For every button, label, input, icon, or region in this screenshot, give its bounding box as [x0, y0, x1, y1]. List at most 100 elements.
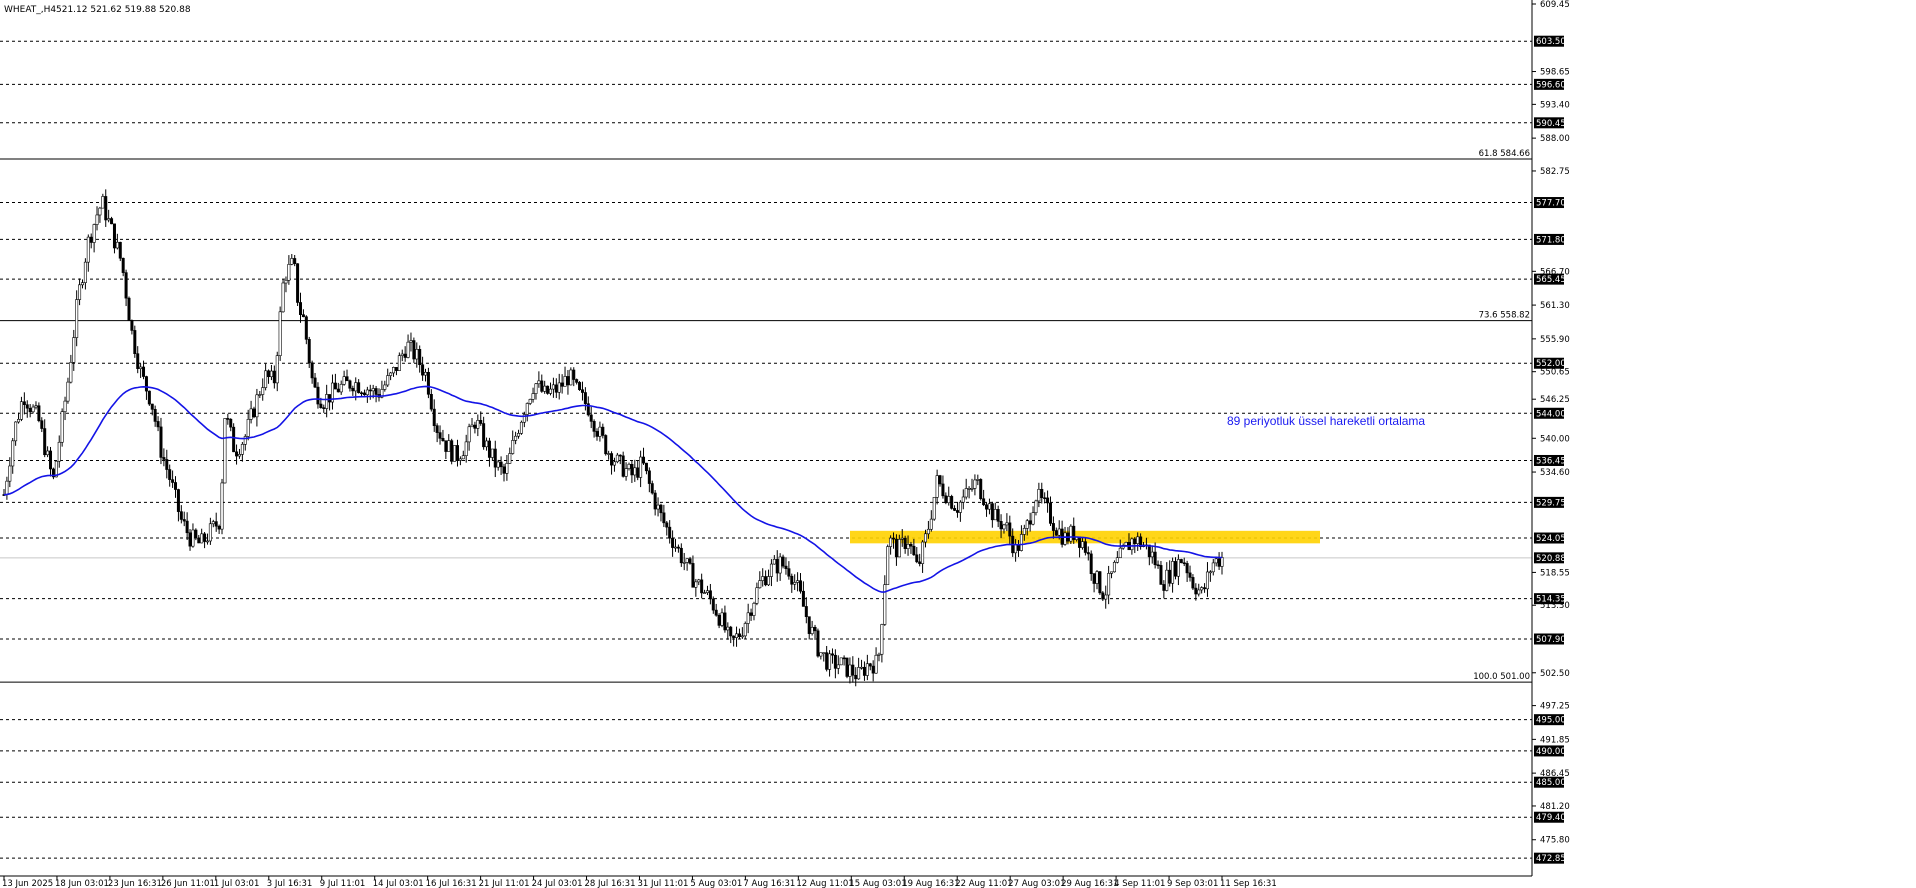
level-price-tag: 472.85: [1534, 852, 1566, 864]
time-tick-label: 22 Aug 11:01: [955, 879, 1012, 888]
candle: [519, 420, 523, 435]
price-tick-label: 561.30: [1540, 301, 1570, 311]
level-price-tag-label: 590.45: [1536, 119, 1566, 129]
level-price-tag-label: 490.00: [1536, 747, 1566, 757]
time-tick-label: 15 Aug 03:01: [849, 879, 906, 888]
level-price-tag-label: 495.00: [1536, 716, 1566, 726]
time-tick-label: 31 Jul 11:01: [637, 879, 688, 888]
level-price-tag: 524.05: [1534, 532, 1566, 544]
price-chart[interactable]: 61.8 584.66 73.6 558.82 100.0 501.00 89 pe…: [0, 0, 1916, 888]
symbol-label: WHEAT_,H4: [4, 5, 56, 15]
candle: [1124, 541, 1128, 546]
candle: [450, 438, 454, 465]
time-tick-label: 1 Jul 03:01: [214, 879, 260, 888]
level-price-tag-label: 507.90: [1536, 635, 1566, 645]
candle: [133, 325, 137, 358]
level-price-tag-label: 514.35: [1536, 595, 1566, 605]
candle: [1179, 558, 1183, 564]
candle: [281, 279, 285, 313]
candle: [604, 434, 608, 456]
time-tick-label: 9 Jul 11:01: [320, 879, 366, 888]
level-price-tag-label: 536.45: [1536, 456, 1566, 466]
level-price-tag: 514.35: [1534, 593, 1566, 605]
level-price-tag-label: 485.00: [1536, 778, 1566, 788]
candle: [278, 306, 282, 361]
candle: [845, 657, 849, 679]
time-tick-label: 5 Aug 03:01: [690, 879, 742, 888]
level-price-tag-label: 529.75: [1536, 498, 1566, 508]
price-tick-label: 481.20: [1540, 802, 1570, 812]
price-tick-label: 540.00: [1540, 434, 1570, 444]
level-price-tag-label: 524.05: [1536, 534, 1566, 544]
candle: [569, 367, 573, 386]
time-tick-label: 18 Jun 03:01: [55, 879, 109, 888]
time-tick-label: 7 Aug 16:31: [743, 879, 795, 888]
candle: [1098, 571, 1102, 595]
ema-annotation: 89 periyotluk üssel hareketli ortalama: [1227, 414, 1425, 428]
time-tick-label: 29 Aug 16:31: [1061, 879, 1118, 888]
level-price-tag: 603.50: [1534, 35, 1566, 47]
price-tick-label: 588.00: [1540, 134, 1570, 144]
level-price-tag: 536.45: [1534, 454, 1566, 466]
level-price-tag: 479.40: [1534, 811, 1566, 823]
time-tick-label: 9 Sep 03:01: [1167, 879, 1218, 888]
level-price-tag-label: 552.00: [1536, 359, 1566, 369]
candle: [453, 445, 457, 462]
level-price-tag-label: 472.85: [1536, 854, 1566, 864]
candle: [932, 497, 936, 521]
time-tick-label: 13 Jun 2025: [2, 879, 53, 888]
time-tick-label: 4 Sep 11:01: [1114, 879, 1165, 888]
level-price-tag: 495.00: [1534, 714, 1566, 726]
price-tick-label: 502.50: [1540, 669, 1570, 679]
price-tick-label: 609.45: [1540, 0, 1570, 10]
time-tick-label: 11 Sep 16:31: [1220, 879, 1277, 888]
price-tick-label: 555.90: [1540, 335, 1570, 345]
price-tick-label: 475.80: [1540, 836, 1570, 846]
level-price-tag: 490.00: [1534, 745, 1566, 757]
price-tick-label: 491.85: [1540, 735, 1570, 745]
fib-label: 73.6 558.82: [1479, 311, 1530, 321]
candle: [578, 381, 582, 391]
time-tick-label: 27 Aug 03:01: [1008, 879, 1065, 888]
level-price-tag: 544.00: [1534, 407, 1566, 419]
candle: [223, 418, 227, 484]
candle: [147, 390, 151, 406]
current-price-tag-label: 520.88: [1536, 554, 1566, 564]
level-price-tag-label: 577.70: [1536, 199, 1566, 209]
fib-label: 100.0 501.00: [1473, 672, 1530, 682]
candle: [1112, 560, 1116, 573]
candle: [546, 385, 550, 395]
price-tick-label: 582.75: [1540, 167, 1570, 177]
level-price-tag: 485.00: [1534, 776, 1566, 788]
price-tick-label: 534.60: [1540, 468, 1570, 478]
level-price-tag-label: 603.50: [1536, 37, 1566, 47]
price-tick-label: 546.25: [1540, 395, 1570, 405]
time-tick-label: 3 Jul 16:31: [267, 879, 313, 888]
candle: [194, 528, 198, 541]
candle: [296, 263, 300, 307]
candle: [1069, 524, 1073, 544]
price-tick-label: 598.65: [1540, 68, 1570, 78]
time-tick-label: 12 Aug 11:01: [796, 879, 853, 888]
time-tick-label: 19 Aug 16:31: [902, 879, 959, 888]
price-tick-label: 497.25: [1540, 702, 1570, 712]
level-price-tag: 577.70: [1534, 197, 1566, 209]
candle: [412, 337, 416, 363]
candle: [220, 478, 224, 535]
level-price-tag: 596.60: [1534, 78, 1566, 90]
time-tick-label: 16 Jul 16:31: [426, 879, 477, 888]
price-tick-label: 593.40: [1540, 100, 1570, 110]
time-tick-label: 26 Jun 11:01: [161, 879, 215, 888]
candle: [950, 494, 954, 510]
time-tick-label: 23 Jun 16:31: [108, 879, 162, 888]
level-price-tag-label: 544.00: [1536, 409, 1566, 419]
time-tick-label: 28 Jul 16:31: [585, 879, 636, 888]
level-price-tag-label: 479.40: [1536, 813, 1566, 823]
ohlc-readout: 521.12 521.62 519.88 520.88: [56, 5, 191, 15]
candle: [781, 554, 785, 569]
level-price-tag-label: 596.60: [1536, 80, 1566, 90]
level-price-tag: 552.00: [1534, 357, 1566, 369]
chart-background: [0, 0, 1916, 888]
time-tick-label: 21 Jul 11:01: [479, 879, 530, 888]
candle: [979, 478, 983, 501]
